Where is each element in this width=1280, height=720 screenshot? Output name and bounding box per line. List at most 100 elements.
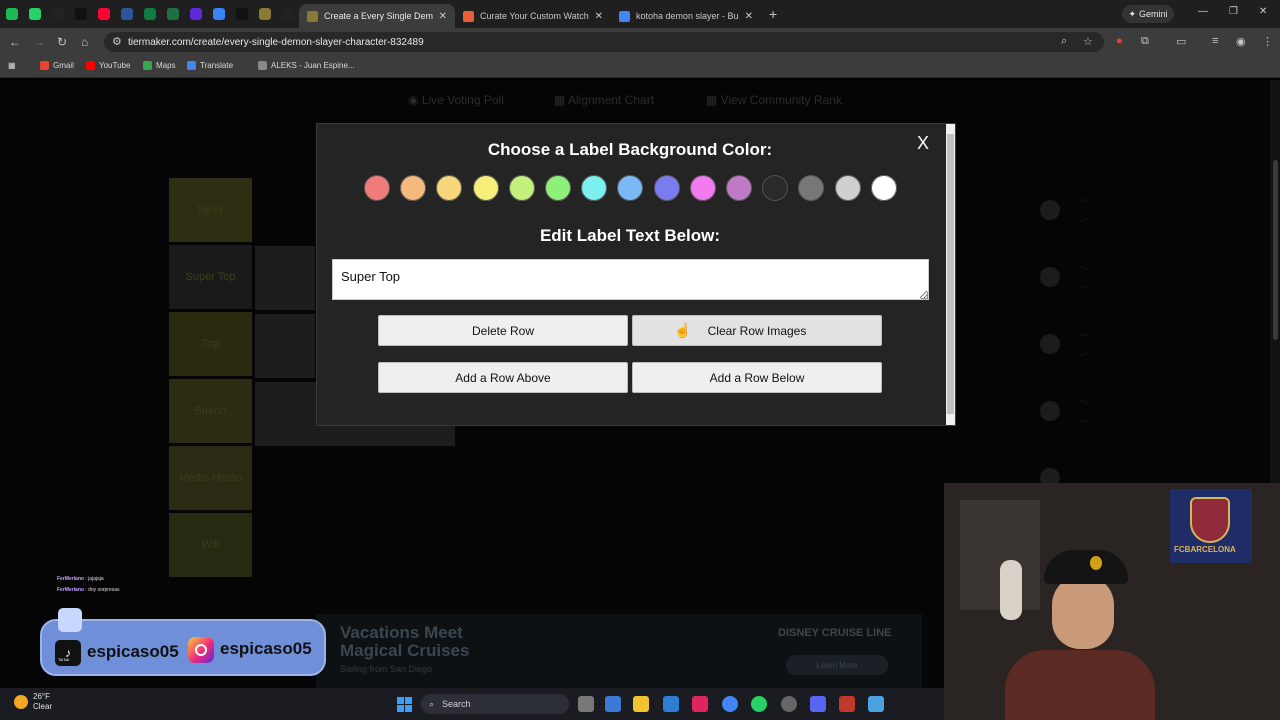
tier-label[interactable]: Will <box>169 513 252 577</box>
bookmark-item[interactable]: YouTube <box>86 61 130 70</box>
menu-kebab-icon[interactable]: ⋮ <box>1262 35 1273 48</box>
url-text[interactable]: tiermaker.com/create/every-single-demon-… <box>128 37 424 48</box>
color-swatch[interactable] <box>471 174 500 202</box>
tier-label[interactable]: Medio Medio <box>169 446 252 510</box>
weather-widget[interactable]: 26°F Clear <box>14 692 52 712</box>
profile-avatar[interactable]: ◉ <box>1236 35 1246 48</box>
minimize-icon[interactable]: — <box>1198 6 1208 17</box>
live-voting-poll-link[interactable]: ◉ Live Voting Poll <box>408 93 504 107</box>
taskbar-search[interactable]: ⌕ Search <box>421 694 569 714</box>
color-swatch[interactable] <box>725 174 753 202</box>
store-icon[interactable] <box>663 696 679 712</box>
modal-scrollbar[interactable] <box>946 124 955 425</box>
bookmark-item[interactable]: Translate <box>187 61 233 70</box>
row-settings-icon[interactable] <box>1040 334 1060 354</box>
color-swatch[interactable] <box>544 174 572 202</box>
media-icon[interactable]: ≡ <box>1212 35 1218 47</box>
browser-tab[interactable]: kotoha demon slayer - Buscar c ✕ <box>611 4 761 28</box>
site-info-icon[interactable]: ⚙ <box>112 35 122 48</box>
color-swatch[interactable] <box>652 174 681 202</box>
move-up-icon[interactable]: ︿ <box>1078 391 1088 406</box>
move-up-icon[interactable]: ︿ <box>1078 324 1088 339</box>
add-row-above-button[interactable]: Add a Row Above <box>378 362 628 393</box>
character-thumbnail[interactable] <box>255 246 315 310</box>
color-swatch[interactable] <box>399 174 428 202</box>
home-icon[interactable]: ⌂ <box>81 35 88 49</box>
pinned-tab[interactable] <box>230 0 253 28</box>
color-swatch[interactable] <box>761 174 790 202</box>
tab-close-icon[interactable]: ✕ <box>595 11 603 22</box>
color-swatch[interactable] <box>363 174 391 202</box>
color-swatch[interactable] <box>580 174 609 202</box>
discord-icon[interactable] <box>810 696 826 712</box>
bookmark-item[interactable]: ALEKS - Juan Espine... <box>258 61 355 70</box>
tab-close-icon[interactable]: ✕ <box>745 11 753 22</box>
tier-label[interactable]: Bueno <box>169 379 252 443</box>
pinned-tab[interactable] <box>184 0 207 28</box>
color-swatch[interactable] <box>869 174 898 202</box>
forward-icon[interactable]: → <box>33 35 45 49</box>
maximize-icon[interactable]: ❐ <box>1229 6 1238 17</box>
gemini-button[interactable]: ✦ Gemini <box>1122 5 1174 23</box>
whatsapp-icon[interactable] <box>751 696 767 712</box>
extension-icon[interactable]: ● <box>1116 35 1123 47</box>
extensions-puzzle-icon[interactable]: ⧉ <box>1141 35 1149 48</box>
delete-row-button[interactable]: Delete Row <box>378 315 628 346</box>
pinned-tab[interactable] <box>46 0 69 28</box>
pinned-tab[interactable] <box>115 0 138 28</box>
app-icon[interactable] <box>781 696 797 712</box>
browser-tab[interactable]: Create a Every Single Demon Sl ✕ <box>299 4 455 28</box>
tiktok-app-icon[interactable] <box>692 696 708 712</box>
tab-close-icon[interactable]: ✕ <box>439 11 447 22</box>
task-view-icon[interactable] <box>578 696 594 712</box>
move-down-icon[interactable]: ﹀ <box>1078 215 1088 230</box>
window-close-icon[interactable]: ✕ <box>1259 6 1267 17</box>
pinned-tab[interactable] <box>23 0 46 28</box>
move-down-icon[interactable]: ﹀ <box>1078 349 1088 364</box>
pinned-tab[interactable] <box>138 0 161 28</box>
zoom-icon[interactable]: ⌕ <box>1061 35 1067 48</box>
move-down-icon[interactable]: ﹀ <box>1078 416 1088 431</box>
side-panel-icon[interactable]: ▭ <box>1176 35 1186 48</box>
bookmark-item[interactable]: Gmail <box>40 61 74 70</box>
bookmark-item[interactable]: Maps <box>143 61 176 70</box>
windows-start-icon[interactable] <box>397 697 412 712</box>
obs-icon[interactable] <box>839 696 855 712</box>
move-up-icon[interactable]: ︿ <box>1078 257 1088 272</box>
move-up-icon[interactable]: ︿ <box>1078 190 1088 205</box>
new-tab-icon[interactable]: + <box>769 6 777 22</box>
page-scrollbar[interactable] <box>1270 80 1280 483</box>
close-modal-button[interactable]: X <box>917 133 929 154</box>
color-swatch[interactable] <box>507 174 536 202</box>
tier-label[interactable]: Super Top <box>169 245 252 309</box>
community-rank-link[interactable]: ▦ View Community Rank <box>706 93 842 107</box>
notepad-icon[interactable] <box>868 696 884 712</box>
pinned-tab[interactable] <box>253 0 276 28</box>
pinned-tab[interactable] <box>276 0 299 28</box>
row-settings-icon[interactable] <box>1040 200 1060 220</box>
copilot-icon[interactable] <box>605 696 621 712</box>
reload-icon[interactable]: ↻ <box>57 35 67 49</box>
color-swatch[interactable] <box>688 174 717 202</box>
color-swatch[interactable] <box>833 174 862 202</box>
row-settings-icon[interactable] <box>1040 401 1060 421</box>
add-row-below-button[interactable]: Add a Row Below <box>632 362 882 393</box>
pinned-tab[interactable] <box>0 0 23 28</box>
pinned-tab[interactable] <box>92 0 115 28</box>
alignment-chart-link[interactable]: ▦ Alignment Chart <box>554 93 654 107</box>
pinned-tab[interactable] <box>161 0 184 28</box>
browser-tab[interactable]: Curate Your Custom Watchlist | ✕ <box>455 4 611 28</box>
ad-cta-button[interactable]: Learn More <box>786 655 888 675</box>
character-thumbnail[interactable] <box>255 314 315 378</box>
textarea-resize-handle[interactable] <box>921 292 928 299</box>
tier-label[interactable]: NEW <box>169 178 252 242</box>
pinned-tab[interactable] <box>207 0 230 28</box>
chrome-icon[interactable] <box>722 696 738 712</box>
row-settings-icon[interactable] <box>1040 267 1060 287</box>
label-text-input[interactable]: Super Top <box>332 259 929 300</box>
bookmark-star-icon[interactable]: ☆ <box>1083 35 1093 48</box>
clear-row-images-button[interactable]: Clear Row Images <box>632 315 882 346</box>
move-down-icon[interactable]: ﹀ <box>1078 282 1088 297</box>
tier-label[interactable]: Top <box>169 312 252 376</box>
pinned-tab[interactable] <box>69 0 92 28</box>
